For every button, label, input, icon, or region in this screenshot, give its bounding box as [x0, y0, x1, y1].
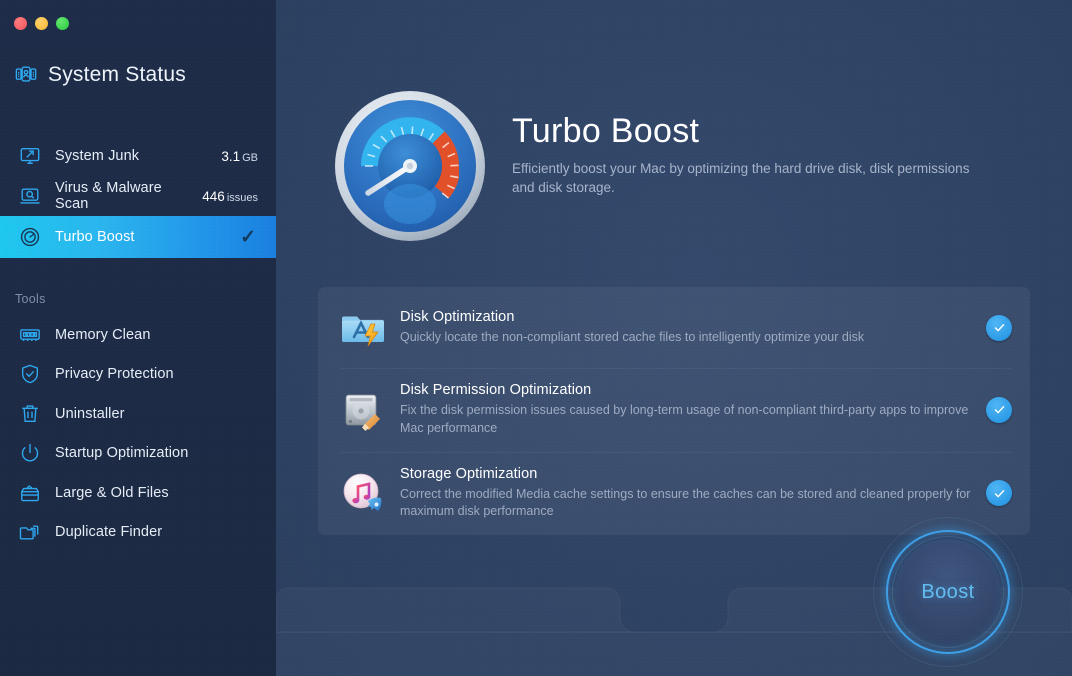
sidebar-item-label: Large & Old Files [55, 485, 258, 501]
task-row-disk-permission-optimization[interactable]: Disk Permission Optimization Fix the dis… [318, 368, 1030, 452]
turbo-boost-gauge-icon [332, 88, 488, 244]
itunes-rocket-icon [340, 470, 386, 516]
window-traffic-lights [14, 17, 69, 30]
file-box-icon [18, 481, 42, 505]
task-description: Fix the disk permission issues caused by… [400, 402, 972, 438]
minimize-button[interactable] [35, 17, 48, 30]
boost-button-label: Boost [921, 581, 974, 604]
gauge-icon [18, 225, 42, 249]
task-row-disk-optimization[interactable]: Disk Optimization Quickly locate the non… [318, 287, 1030, 368]
hero-text: Turbo Boost Efficiently boost your Mac b… [512, 88, 982, 198]
shield-check-icon [18, 362, 42, 386]
sidebar-item-virus-malware-scan[interactable]: Virus & Malware Scan 446issues [0, 176, 276, 216]
sidebar-item-startup-optimization[interactable]: Startup Optimization [0, 434, 276, 474]
task-text: Storage Optimization Correct the modifie… [400, 466, 986, 522]
sidebar-main-nav: System Junk 3.1GB Virus & Malware Scan 4… [0, 136, 276, 258]
sidebar-item-label: Startup Optimization [55, 445, 258, 461]
hero-section: Turbo Boost Efficiently boost your Mac b… [332, 88, 982, 244]
close-button[interactable] [14, 17, 27, 30]
sidebar-item-privacy-protection[interactable]: Privacy Protection [0, 355, 276, 395]
folder-app-bolt-icon [340, 305, 386, 351]
system-status-icon [14, 63, 38, 87]
sidebar: System Status System Junk 3.1GB [0, 0, 276, 676]
boost-button[interactable]: Boost [886, 530, 1010, 654]
sidebar-item-value: 446issues [202, 189, 258, 204]
sidebar-item-label: System Junk [55, 148, 208, 164]
sidebar-item-label: Turbo Boost [55, 229, 227, 245]
page-subtitle: Efficiently boost your Mac by optimizing… [512, 159, 982, 198]
task-list-card: Disk Optimization Quickly locate the non… [318, 287, 1030, 535]
brand: System Status [14, 63, 186, 87]
sidebar-item-duplicate-finder[interactable]: Duplicate Finder [0, 513, 276, 553]
task-text: Disk Optimization Quickly locate the non… [400, 309, 986, 347]
main-content: Turbo Boost Efficiently boost your Mac b… [276, 0, 1072, 676]
folders-icon [18, 520, 42, 544]
task-checkbox[interactable] [986, 397, 1012, 423]
sidebar-item-large-old-files[interactable]: Large & Old Files [0, 473, 276, 513]
sidebar-item-value: 3.1GB [221, 149, 258, 164]
sidebar-item-label: Memory Clean [55, 327, 258, 343]
task-checkbox[interactable] [986, 480, 1012, 506]
hard-drive-brush-icon [340, 387, 386, 433]
sidebar-item-memory-clean[interactable]: Memory Clean [0, 315, 276, 355]
sidebar-tools-nav: Memory Clean Privacy Protection [0, 315, 276, 552]
trash-icon [18, 402, 42, 426]
sidebar-item-system-junk[interactable]: System Junk 3.1GB [0, 136, 276, 176]
sidebar-item-label: Duplicate Finder [55, 524, 258, 540]
power-icon [18, 441, 42, 465]
task-title: Disk Optimization [400, 309, 972, 325]
sidebar-item-label: Uninstaller [55, 406, 258, 422]
zoom-button[interactable] [56, 17, 69, 30]
task-checkbox[interactable] [986, 315, 1012, 341]
task-title: Disk Permission Optimization [400, 382, 972, 398]
memory-ram-icon [18, 323, 42, 347]
app-window: System Status System Junk 3.1GB [0, 0, 1072, 676]
monitor-arrow-icon [18, 144, 42, 168]
sidebar-item-label: Privacy Protection [55, 366, 258, 382]
task-description: Quickly locate the non-compliant stored … [400, 329, 972, 347]
sidebar-item-label: Virus & Malware Scan [55, 180, 189, 212]
sidebar-tools-heading: Tools [15, 292, 46, 306]
task-text: Disk Permission Optimization Fix the dis… [400, 382, 986, 438]
sidebar-item-uninstaller[interactable]: Uninstaller [0, 394, 276, 434]
task-description: Correct the modified Media cache setting… [400, 486, 972, 522]
laptop-search-icon [18, 184, 42, 208]
brand-title: System Status [48, 63, 186, 87]
selected-check-icon: ✓ [240, 228, 256, 247]
page-title: Turbo Boost [512, 114, 982, 150]
task-title: Storage Optimization [400, 466, 972, 482]
sidebar-item-turbo-boost[interactable]: Turbo Boost ✓ [0, 216, 276, 258]
